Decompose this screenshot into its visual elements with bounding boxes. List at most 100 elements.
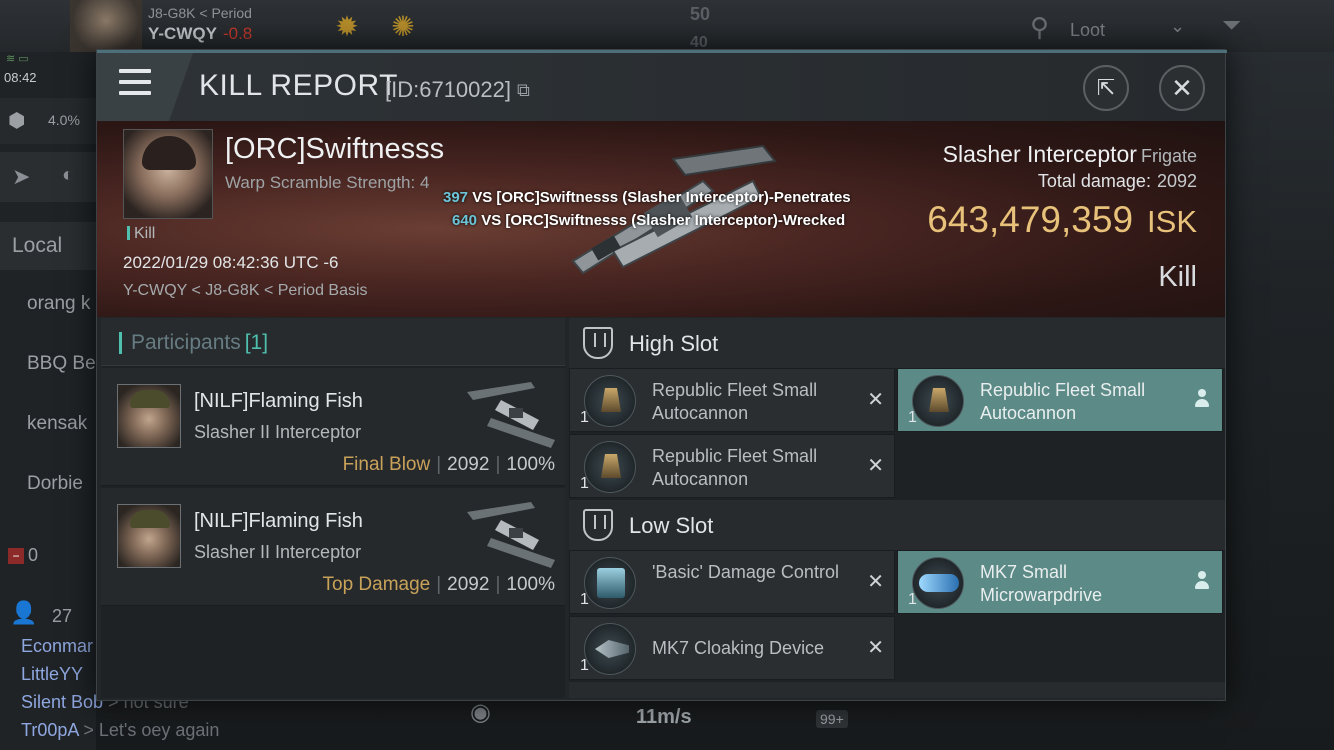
- navigate-arrow-icon[interactable]: ➤: [12, 164, 30, 190]
- victim-banner: [ORC]Swiftnesss Warp Scramble Strength: …: [97, 121, 1225, 317]
- ship-speed: 11m/s: [636, 706, 692, 728]
- item-quantity: 1: [580, 657, 589, 674]
- item-quantity: 1: [580, 409, 589, 426]
- item-quantity: 1: [580, 591, 589, 608]
- modal-title: KILL REPORT: [199, 69, 398, 102]
- participants-header: Participants [1]: [101, 318, 565, 366]
- participant-name: [NILF]Flaming Fish: [194, 390, 363, 412]
- people-icon[interactable]: 👤: [10, 600, 37, 626]
- fitting-item[interactable]: 1 MK7 Cloaking Device ✕: [569, 616, 895, 680]
- destroyed-icon: ✕: [867, 389, 884, 411]
- header-accent: [119, 332, 122, 354]
- copy-icon[interactable]: ⧉: [517, 80, 530, 101]
- autocannon-icon: [584, 375, 636, 427]
- item-name: Republic Fleet Small Autocannon: [980, 380, 1146, 423]
- participant-row[interactable]: [NILF]Flaming Fish Slasher II Intercepto…: [101, 368, 565, 486]
- local-member[interactable]: Dorbie: [27, 473, 83, 495]
- fitting-item[interactable]: 1 Republic Fleet Small Autocannon ✕: [569, 368, 895, 432]
- loot-filter-dropdown[interactable]: ⚲ Loot ⌄: [1010, 6, 1200, 50]
- damage-event-line: 640 VS [ORC]Swiftnesss (Slasher Intercep…: [452, 212, 846, 229]
- close-button[interactable]: ✕: [1159, 65, 1205, 111]
- fitting-item[interactable]: 1 Republic Fleet Small Autocannon ✕: [569, 434, 895, 498]
- menu-button[interactable]: [97, 53, 193, 121]
- item-quantity: 1: [908, 591, 917, 608]
- item-quantity: 1: [580, 475, 589, 492]
- destroyed-icon: ✕: [867, 571, 884, 593]
- participant-ship: Slasher II Interceptor: [194, 542, 362, 562]
- notification-badge: 99+: [816, 710, 848, 728]
- dropped-icon: [1194, 571, 1210, 593]
- close-icon: ✕: [1171, 73, 1193, 103]
- result-label: Kill: [1158, 261, 1197, 293]
- hostile-count: 0: [28, 545, 39, 565]
- chat-tab-label: Local: [12, 234, 63, 257]
- speed-scale-top: 50: [690, 4, 711, 24]
- chevron-down-icon: ⌄: [1170, 16, 1186, 36]
- kill-report-modal: KILL REPORT [ID:6710022] ⧉ ⇱ ✕ [ORC]Swif…: [96, 49, 1227, 701]
- mid-slot-header: [569, 682, 1225, 698]
- security-status: -0.8: [222, 24, 253, 43]
- loot-filter-value: Loot: [1070, 20, 1106, 40]
- cargo-indicator[interactable]: ⬢ 4.0%: [0, 98, 96, 144]
- destroyed-icon: ✕: [867, 455, 884, 477]
- warp-scramble-strength: Warp Scramble Strength: 4: [225, 173, 430, 192]
- participant-ship-image: [467, 382, 555, 448]
- star-map-icon[interactable]: ✺: [386, 10, 420, 44]
- camera-icon[interactable]: ◉: [470, 698, 491, 727]
- nav-buttons: ➤ ◐: [0, 152, 96, 202]
- chat-line: Econmar: [21, 636, 94, 656]
- item-name: 'Basic' Damage Control: [652, 562, 839, 582]
- share-icon: ⇱: [1096, 75, 1116, 100]
- participants-count: [1]: [244, 331, 269, 354]
- current-system[interactable]: Y-CWQY -0.8: [148, 24, 252, 44]
- participant-ship-image: [467, 502, 555, 568]
- kill-datetime: 2022/01/29 08:42:36 UTC -6: [123, 253, 339, 272]
- pilot-avatar[interactable]: [70, 0, 142, 52]
- dock-icon[interactable]: ◐: [62, 164, 74, 187]
- top-hud-bar: J8-G8K < Period Y-CWQY -0.8 ✹ ✺ 50 40 ⚲ L…: [0, 0, 1334, 52]
- participant-avatar[interactable]: [117, 384, 181, 448]
- participant-avatar[interactable]: [117, 504, 181, 568]
- hamburger-icon: [119, 69, 151, 97]
- low-slot-icon: [583, 509, 613, 541]
- chat-line: Tr00pA > Let's oey again: [21, 720, 220, 740]
- microwarpdrive-icon: [912, 557, 964, 609]
- local-member[interactable]: kensak: [27, 413, 87, 435]
- participants-title: Participants [1]: [131, 331, 269, 354]
- local-member[interactable]: orang k: [27, 293, 90, 315]
- fitting-item[interactable]: 1 Republic Fleet Small Autocannon: [897, 368, 1223, 432]
- kill-id: [ID:6710022]: [385, 77, 511, 102]
- item-name: MK7 Cloaking Device: [652, 638, 825, 658]
- ship-class: Frigate: [1140, 146, 1197, 166]
- ship-type: Slasher Interceptor Frigate: [942, 141, 1197, 167]
- dropped-icon: [1194, 389, 1210, 411]
- fitting-item[interactable]: 1 'Basic' Damage Control ✕: [569, 550, 895, 614]
- clock: 08:42: [4, 70, 37, 85]
- destroyed-icon: ✕: [867, 637, 884, 659]
- item-name: MK7 Small Microwarpdrive: [980, 562, 1103, 605]
- sun-icon[interactable]: ✹: [330, 10, 364, 44]
- fitting-item[interactable]: 1 MK7 Small Microwarpdrive: [897, 550, 1223, 614]
- victim-avatar[interactable]: [123, 129, 213, 219]
- cloaking-device-icon: [584, 623, 636, 675]
- location-pin-icon: ⚲: [1030, 12, 1050, 42]
- participant-row[interactable]: [NILF]Flaming Fish Slasher II Intercepto…: [101, 488, 565, 606]
- local-member[interactable]: BBQ Be: [27, 353, 96, 375]
- cargo-cube-icon: ⬢: [8, 110, 26, 132]
- filter-icon[interactable]: ⏷: [1222, 12, 1241, 40]
- isk-value: 643,479,359 ISK: [927, 199, 1197, 240]
- autocannon-icon: [912, 375, 964, 427]
- cargo-percent: 4.0%: [48, 112, 80, 128]
- chat-tab-local[interactable]: Local: [0, 222, 96, 270]
- high-slot-header: High Slot: [569, 318, 1225, 368]
- participant-stats: Final Blow | 2092 | 100%: [342, 454, 555, 475]
- participant-ship: Slasher II Interceptor: [194, 422, 362, 442]
- total-damage: Total damage: 2092: [1037, 171, 1197, 191]
- victim-name[interactable]: [ORC]Swiftnesss: [225, 133, 444, 166]
- route-info: J8-G8K < Period: [148, 5, 252, 21]
- share-button[interactable]: ⇱: [1083, 65, 1129, 111]
- high-slot-title: High Slot: [629, 331, 719, 356]
- fitting-panel: High Slot 1 Republic Fleet Small Autocan…: [569, 318, 1225, 698]
- participant-name: [NILF]Flaming Fish: [194, 510, 363, 532]
- participant-role: Top Damage: [322, 574, 431, 595]
